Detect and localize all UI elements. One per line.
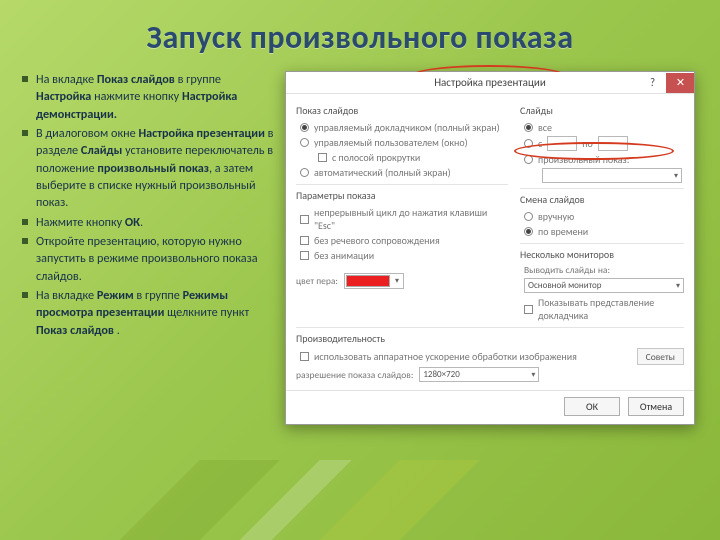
opt-presenter-view[interactable]: Показывать представление докладчика bbox=[520, 295, 684, 323]
checkbox-icon bbox=[524, 305, 533, 314]
radio-icon bbox=[524, 212, 533, 221]
checkbox-icon bbox=[300, 251, 309, 260]
radio-icon bbox=[524, 139, 533, 148]
checkbox-icon bbox=[300, 236, 309, 245]
opt-speaker[interactable]: управляемый докладчиком (полный экран) bbox=[296, 120, 508, 135]
chevron-down-icon: ▾ bbox=[674, 171, 678, 181]
opt-animation[interactable]: без анимации bbox=[296, 248, 508, 263]
slide-title: Запуск произвольного показа bbox=[22, 18, 698, 57]
bullet-item: На вкладке Показ слайдов в группе Настро… bbox=[22, 71, 277, 123]
opt-timings[interactable]: по времени bbox=[520, 224, 684, 239]
group-slides: Слайды bbox=[520, 104, 684, 117]
chevron-down-icon: ▾ bbox=[531, 370, 535, 380]
checkbox-icon bbox=[318, 153, 327, 162]
group-show-options: Параметры показа bbox=[296, 189, 508, 202]
radio-icon bbox=[300, 138, 309, 147]
checkbox-icon bbox=[300, 215, 309, 224]
radio-icon bbox=[300, 168, 309, 177]
opt-scrollbar[interactable]: с полосой прокрутки bbox=[314, 150, 508, 165]
opt-custom-show[interactable]: произвольный показ: bbox=[520, 152, 684, 167]
display-dropdown[interactable]: Основной монитор▾ bbox=[524, 278, 684, 293]
group-advance: Смена слайдов bbox=[520, 193, 684, 206]
pen-color-dropdown[interactable]: ▾ bbox=[344, 273, 404, 289]
pen-color-label: цвет пера: bbox=[296, 275, 338, 287]
bullet-list: На вкладке Показ слайдов в группе Настро… bbox=[22, 71, 277, 425]
opt-range[interactable]: с по bbox=[520, 135, 684, 152]
dialog-titlebar: Настройка презентации ? ✕ bbox=[286, 72, 694, 94]
group-performance: Производительность bbox=[296, 332, 684, 345]
group-monitors: Несколько мониторов bbox=[520, 248, 684, 261]
opt-all-slides[interactable]: все bbox=[520, 120, 684, 135]
ok-button[interactable]: ОК bbox=[564, 397, 620, 416]
chevron-down-icon: ▾ bbox=[676, 281, 680, 291]
group-show-type: Показ слайдов bbox=[296, 104, 508, 117]
opt-loop[interactable]: непрерывный цикл до нажатия клавиши "Esc… bbox=[296, 205, 508, 233]
opt-kiosk[interactable]: автоматический (полный экран) bbox=[296, 165, 508, 180]
opt-manual[interactable]: вручную bbox=[520, 209, 684, 224]
cancel-button[interactable]: Отмена bbox=[628, 397, 684, 416]
resolution-label: разрешение показа слайдов: bbox=[296, 369, 413, 381]
radio-icon bbox=[524, 227, 533, 236]
from-input[interactable] bbox=[547, 136, 577, 151]
bullet-item: На вкладке Режим в группе Режимы просмот… bbox=[22, 287, 277, 339]
custom-show-dropdown[interactable]: ▾ bbox=[542, 168, 682, 183]
dialog-caption: Настройка презентации bbox=[286, 76, 694, 89]
display-on-label: Выводить слайды на: bbox=[524, 264, 684, 276]
tips-button[interactable]: Советы bbox=[637, 348, 684, 365]
settings-dialog: Настройка презентации ? ✕ Показ слайдов … bbox=[285, 71, 695, 425]
checkbox-icon bbox=[300, 352, 309, 361]
resolution-dropdown[interactable]: 1280×720▾ bbox=[419, 367, 539, 382]
radio-icon bbox=[300, 123, 309, 132]
bullet-item: Нажмите кнопку ОК. bbox=[22, 214, 277, 231]
bullet-item: В диалоговом окне Настройка презентации … bbox=[22, 125, 277, 212]
radio-icon bbox=[524, 123, 533, 132]
chevron-down-icon: ▾ bbox=[392, 276, 402, 286]
opt-narration[interactable]: без речевого сопровождения bbox=[296, 233, 508, 248]
opt-individual[interactable]: управляемый пользователем (окно) bbox=[296, 135, 508, 150]
bullet-item: Откройте презентацию, которую нужно запу… bbox=[22, 233, 277, 285]
radio-icon bbox=[524, 155, 533, 164]
opt-hw-accel[interactable]: использовать аппаратное ускорение обрабо… bbox=[296, 349, 577, 364]
to-input[interactable] bbox=[598, 136, 628, 151]
color-swatch-icon bbox=[346, 275, 390, 287]
